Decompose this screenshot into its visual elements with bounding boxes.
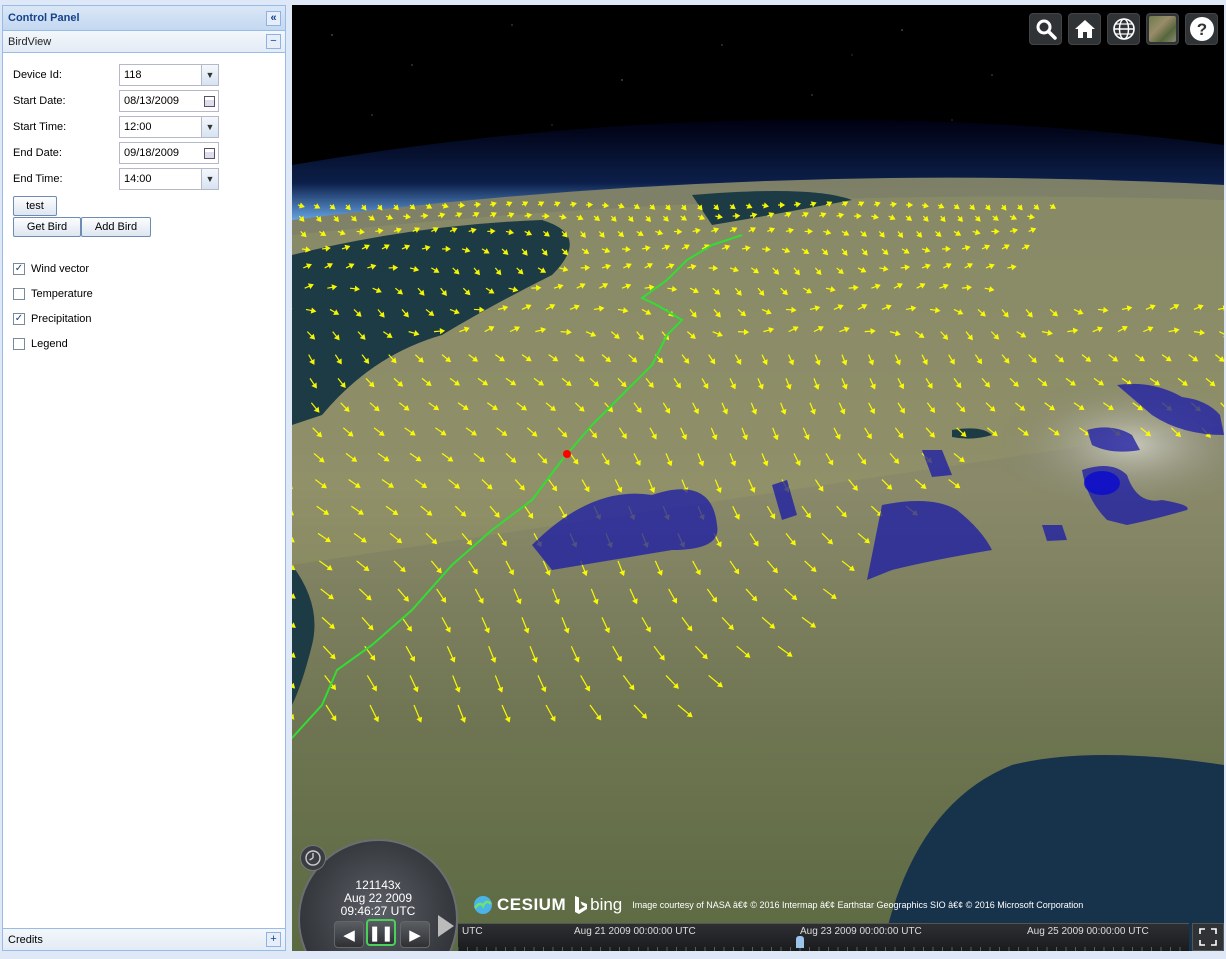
end-time-row: End Time: 14:00 ▼ — [13, 168, 219, 190]
wind-vector-arrowhead — [292, 713, 295, 720]
globe-icon[interactable] — [1107, 13, 1140, 45]
timeline-needle-icon[interactable] — [796, 936, 804, 948]
home-icon[interactable] — [1068, 13, 1101, 45]
timeline[interactable]: UTC Aug 21 2009 00:00:00 UTC Aug 23 2009… — [458, 923, 1189, 951]
get-bird-button[interactable]: Get Bird — [13, 217, 81, 237]
help-icon[interactable]: ? — [1185, 13, 1218, 45]
chevron-down-icon[interactable]: ▼ — [201, 117, 218, 137]
imagery-icon[interactable] — [1146, 13, 1179, 45]
minus-icon[interactable]: − — [266, 34, 281, 49]
device-id-value: 118 — [124, 69, 142, 81]
bing-logo-text: bing — [590, 895, 623, 914]
layer-wind-vector[interactable]: ✓ Wind vector — [13, 263, 89, 275]
birdview-header[interactable]: BirdView − — [3, 31, 285, 53]
checkbox-unchecked-icon[interactable] — [13, 288, 25, 300]
device-id-combo[interactable]: 118 ▼ — [119, 64, 219, 86]
play-icon[interactable]: ▶ — [400, 921, 430, 948]
add-bird-button[interactable]: Add Bird — [81, 217, 151, 237]
test-button[interactable]: test — [13, 196, 57, 216]
credits-header[interactable]: Credits + — [3, 928, 285, 950]
bing-icon — [575, 896, 588, 914]
end-time-value: 14:00 — [124, 173, 152, 185]
bing-logo[interactable]: bing — [574, 895, 622, 915]
timeline-label: Aug 21 2009 00:00:00 UTC — [574, 926, 696, 937]
animation-time: 09:46:27 UTC — [340, 904, 416, 918]
fullscreen-icon[interactable] — [1192, 923, 1224, 951]
timeline-label: Aug 23 2009 00:00:00 UTC — [800, 926, 922, 937]
start-date-row: Start Date: 08/13/2009 — [13, 90, 219, 112]
control-panel-header: Control Panel « — [3, 6, 285, 31]
pause-icon[interactable]: ❚❚ — [366, 919, 396, 946]
calendar-icon[interactable] — [201, 143, 218, 163]
end-time-label: End Time: — [13, 173, 63, 185]
globe-viewer[interactable]: ? 121143x Aug 22 2009 09:46:27 UTC ◀ ❚❚ … — [292, 5, 1224, 951]
clock-icon[interactable] — [300, 845, 326, 871]
animation-widget: 121143x Aug 22 2009 09:46:27 UTC ◀ ❚❚ ▶ — [298, 839, 458, 951]
start-time-label: Start Time: — [13, 121, 67, 133]
checkbox-unchecked-icon[interactable] — [13, 338, 25, 350]
start-time-value: 12:00 — [124, 121, 152, 133]
chevron-down-icon[interactable]: ▼ — [201, 169, 218, 189]
timeline-label: Aug 25 2009 00:00:00 UTC — [1027, 926, 1149, 937]
cesium-logo-text: CESIUM — [497, 895, 567, 914]
imagery-attribution: Image courtesy of NASA â€¢ © 2016 Interm… — [632, 900, 1084, 910]
bird-position-marker — [563, 450, 571, 458]
end-date-value: 09/18/2009 — [124, 147, 180, 159]
control-panel: Control Panel « BirdView − Device Id: 11… — [2, 5, 286, 951]
plus-icon[interactable]: + — [266, 932, 281, 947]
viewer-toolbar: ? — [1029, 13, 1218, 45]
start-date-label: Start Date: — [13, 95, 66, 107]
device-id-row: Device Id: 118 ▼ — [13, 64, 219, 86]
end-date-field[interactable]: 09/18/2009 — [119, 142, 219, 164]
device-id-label: Device Id: — [13, 69, 62, 81]
cesium-logo[interactable]: CESIUM — [472, 895, 566, 915]
credits-title: Credits — [8, 933, 43, 946]
credits-bar: CESIUM bing Image courtesy of NASA â€¢ ©… — [472, 895, 1083, 915]
control-panel-title: Control Panel — [8, 12, 80, 24]
layer-legend[interactable]: Legend — [13, 338, 68, 350]
layer-label: Precipitation — [31, 313, 92, 325]
start-date-value: 08/13/2009 — [124, 95, 180, 107]
play-reverse-icon[interactable]: ◀ — [334, 921, 364, 948]
layer-label: Legend — [31, 338, 68, 350]
shuttle-ring-icon[interactable] — [438, 915, 454, 937]
earth-imagery[interactable] — [292, 5, 1224, 951]
start-date-field[interactable]: 08/13/2009 — [119, 90, 219, 112]
layer-label: Temperature — [31, 288, 93, 300]
layer-temperature[interactable]: Temperature — [13, 288, 93, 300]
checkbox-checked-icon[interactable]: ✓ — [13, 263, 25, 275]
birdview-title: BirdView — [8, 35, 52, 48]
layer-label: Wind vector — [31, 263, 90, 275]
chevron-down-icon[interactable]: ▼ — [201, 65, 218, 85]
end-date-label: End Date: — [13, 147, 62, 159]
end-date-row: End Date: 09/18/2009 — [13, 142, 219, 164]
start-time-combo[interactable]: 12:00 ▼ — [119, 116, 219, 138]
checkbox-checked-icon[interactable]: ✓ — [13, 313, 25, 325]
layer-precipitation[interactable]: ✓ Precipitation — [13, 313, 92, 325]
cesium-icon — [473, 896, 492, 914]
timeline-ticks — [458, 947, 1181, 951]
calendar-icon[interactable] — [201, 91, 218, 111]
start-time-row: Start Time: 12:00 ▼ — [13, 116, 219, 138]
animation-readout: 121143x Aug 22 2009 09:46:27 UTC — [298, 879, 458, 918]
svg-text:?: ? — [1196, 20, 1206, 39]
end-time-combo[interactable]: 14:00 ▼ — [119, 168, 219, 190]
search-icon[interactable] — [1029, 13, 1062, 45]
timeline-label: UTC — [462, 926, 483, 937]
double-chevron-left-icon[interactable]: « — [266, 10, 281, 26]
wind-vector-arrowhead — [292, 682, 296, 689]
